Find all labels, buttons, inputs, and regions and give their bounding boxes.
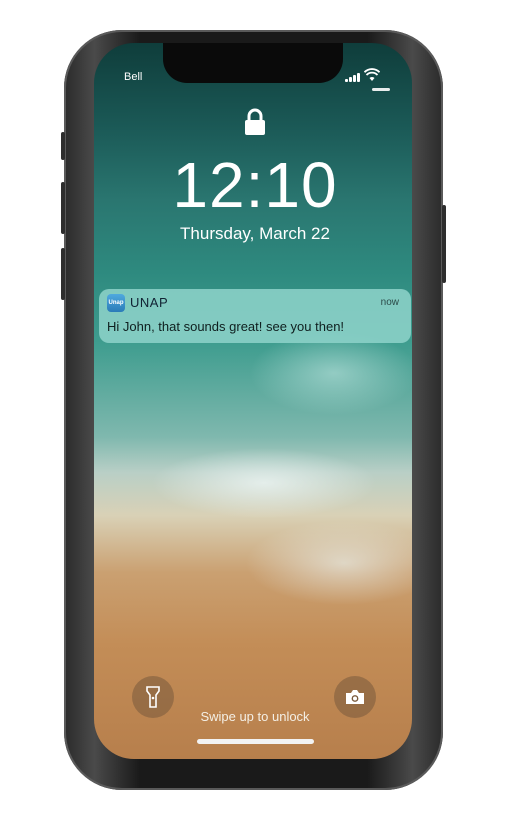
- carrier-label: Bell: [124, 71, 143, 83]
- clock-date: Thursday, March 22: [180, 224, 330, 243]
- mute-switch: [61, 132, 65, 160]
- app-icon-label: Unap: [108, 300, 124, 306]
- notification-time: now: [380, 297, 399, 308]
- power-button: [442, 205, 446, 283]
- volume-up-button: [61, 182, 65, 234]
- unlock-hint: Swipe up to unlock: [200, 709, 310, 724]
- lock-icon: [245, 108, 265, 135]
- camera-icon: [346, 690, 364, 704]
- clock-time: 12:10: [172, 149, 338, 221]
- volume-down-button: [61, 248, 65, 300]
- home-indicator[interactable]: [197, 739, 314, 744]
- battery-indicator: [372, 88, 390, 91]
- notification-app-name: UNAP: [130, 295, 169, 310]
- notch: [163, 43, 343, 83]
- app-icon: Unap: [107, 294, 125, 312]
- signal-icon: [345, 72, 361, 82]
- notification-message: Hi John, that sounds great! see you then…: [107, 319, 345, 334]
- flashlight-icon: [146, 686, 160, 708]
- wifi-icon: [364, 68, 380, 81]
- notification-card[interactable]: Unap UNAP now Hi John, that sounds great…: [99, 289, 411, 343]
